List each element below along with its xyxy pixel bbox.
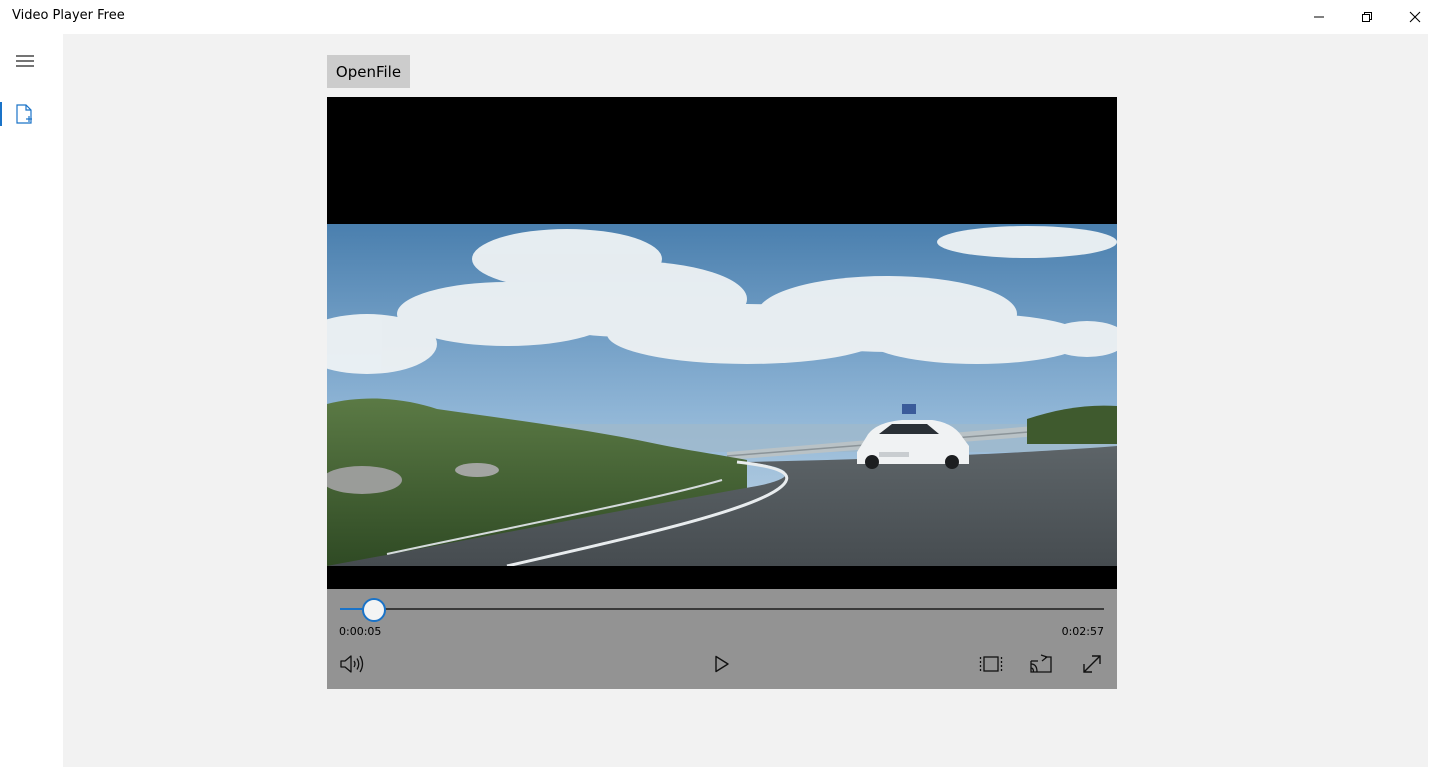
- close-icon: [1409, 11, 1421, 23]
- play-button[interactable]: [707, 649, 737, 679]
- aspect-ratio-icon: [979, 656, 1003, 672]
- video-scene: [327, 224, 1117, 566]
- minimize-button[interactable]: [1296, 0, 1342, 34]
- aspect-ratio-button[interactable]: [976, 649, 1006, 679]
- media-controls: 0:00:05 0:02:57: [327, 589, 1117, 689]
- seek-thumb[interactable]: [362, 598, 386, 622]
- cast-icon: [1030, 654, 1052, 673]
- minimize-icon: [1314, 16, 1324, 18]
- app-title: Video Player Free: [12, 8, 125, 23]
- close-button[interactable]: [1392, 0, 1438, 34]
- open-file-button[interactable]: OpenFile: [327, 55, 410, 88]
- volume-icon: [340, 655, 364, 673]
- fullscreen-button[interactable]: [1077, 649, 1107, 679]
- main-content: OpenFile 0:00:05 0:02:57: [63, 34, 1428, 767]
- total-time: 0:02:57: [1061, 625, 1104, 638]
- sidebar: [0, 34, 63, 767]
- play-icon: [715, 655, 729, 673]
- seek-bar[interactable]: [340, 608, 1104, 610]
- menu-button[interactable]: [2, 44, 48, 78]
- open-file-icon: [16, 104, 32, 124]
- title-bar: Video Player Free: [0, 0, 1440, 34]
- volume-button[interactable]: [337, 649, 367, 679]
- video-player[interactable]: 0:00:05 0:02:57: [327, 97, 1117, 689]
- fullscreen-icon: [1083, 655, 1101, 673]
- selection-indicator: [0, 102, 2, 126]
- sidebar-item-open-file[interactable]: [0, 96, 48, 132]
- restore-button[interactable]: [1344, 0, 1390, 34]
- restore-icon: [1362, 12, 1372, 22]
- cast-button[interactable]: [1026, 649, 1056, 679]
- hamburger-icon: [16, 55, 34, 67]
- video-frame[interactable]: [327, 224, 1117, 566]
- elapsed-time: 0:00:05: [339, 625, 382, 638]
